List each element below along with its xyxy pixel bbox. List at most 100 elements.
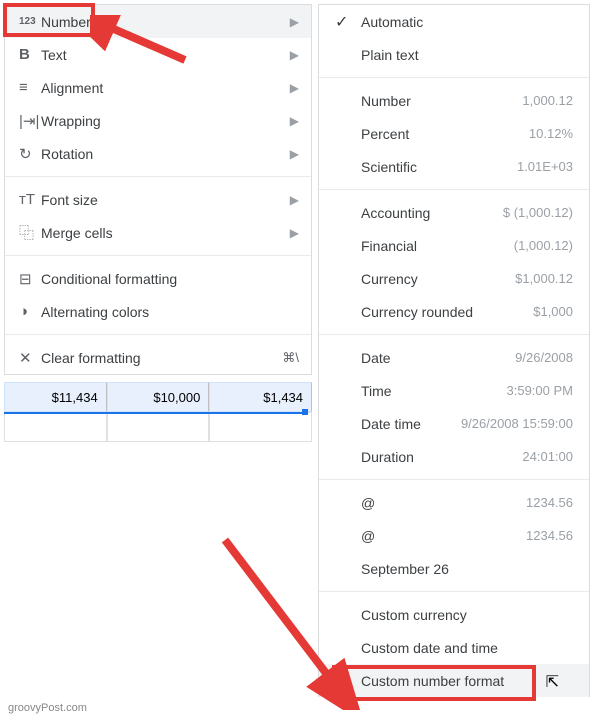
- sheet-cell[interactable]: $10,000: [107, 382, 210, 412]
- menu-item-label: Font size: [41, 192, 290, 208]
- keyboard-shortcut: ⌘\: [282, 350, 299, 366]
- menu-item-label: Wrapping: [41, 113, 290, 129]
- submenu-item-label: Time: [361, 383, 507, 399]
- submenu-item-duration[interactable]: Duration24:01:00: [319, 440, 589, 473]
- submenu-arrow-icon: ▶: [290, 15, 299, 29]
- submenu-item-label: Plain text: [361, 47, 573, 63]
- submenu-arrow-icon: ▶: [290, 147, 299, 161]
- submenu-item-value: 9/26/2008: [515, 350, 573, 365]
- menu-item-alignment[interactable]: ≡Alignment▶: [5, 71, 311, 104]
- menu-item-label: Rotation: [41, 146, 290, 162]
- submenu-item-time[interactable]: Time3:59:00 PM: [319, 374, 589, 407]
- submenu-item-label: Date: [361, 350, 515, 366]
- number-submenu: ✓AutomaticPlain text Number1,000.12Perce…: [318, 4, 590, 697]
- selection-border: [4, 412, 306, 414]
- submenu-item-label: @: [361, 528, 526, 544]
- submenu-item-value: 3:59:00 PM: [507, 383, 574, 398]
- submenu-item-label: Date time: [361, 416, 461, 432]
- submenu-item-currency-rounded[interactable]: Currency rounded$1,000: [319, 295, 589, 328]
- submenu-item-financial[interactable]: Financial(1,000.12): [319, 229, 589, 262]
- submenu-item-label: September 26: [361, 561, 573, 577]
- sheet-cell-empty[interactable]: [107, 412, 210, 442]
- submenu-item-custom-currency[interactable]: Custom currency: [319, 598, 589, 631]
- menu-divider: [319, 77, 589, 78]
- rotation-icon: ↻: [19, 145, 41, 163]
- wrapping-icon: |⇥|: [19, 112, 41, 130]
- submenu-item-label: Duration: [361, 449, 522, 465]
- menu-divider: [319, 479, 589, 480]
- submenu-item-value: 1.01E+03: [517, 159, 573, 174]
- submenu-item-automatic[interactable]: ✓Automatic: [319, 5, 589, 38]
- menu-item-merge-cells[interactable]: ⿻Merge cells▶: [5, 216, 311, 249]
- text-icon: B: [19, 46, 41, 63]
- highlight-box-number: [3, 3, 95, 37]
- submenu-item-date[interactable]: Date9/26/2008: [319, 341, 589, 374]
- menu-item-label: Alignment: [41, 80, 290, 96]
- alternating-colors-icon: ◑: [19, 303, 41, 320]
- submenu-item-label: Currency rounded: [361, 304, 533, 320]
- font-size-icon: ᴛT: [19, 191, 41, 208]
- submenu-item-accounting[interactable]: Accounting$ (1,000.12): [319, 196, 589, 229]
- submenu-arrow-icon: ▶: [290, 114, 299, 128]
- submenu-item-percent[interactable]: Percent10.12%: [319, 117, 589, 150]
- submenu-item-value: 1234.56: [526, 495, 573, 510]
- submenu-item-label: Currency: [361, 271, 515, 287]
- sheet-cell-empty[interactable]: [209, 412, 312, 442]
- submenu-item-label: Percent: [361, 126, 529, 142]
- submenu-item-plain-text[interactable]: Plain text: [319, 38, 589, 71]
- submenu-item-label: Number: [361, 93, 522, 109]
- submenu-item-label: Custom currency: [361, 607, 573, 623]
- submenu-item-label: Automatic: [361, 14, 573, 30]
- submenu-item-label: @: [361, 495, 526, 511]
- format-menu: 123Number▶BText▶≡Alignment▶|⇥|Wrapping▶↻…: [4, 4, 312, 375]
- menu-item-label: Clear formatting: [41, 350, 282, 366]
- submenu-item-value: $ (1,000.12): [503, 205, 573, 220]
- menu-item-rotation[interactable]: ↻Rotation▶: [5, 137, 311, 170]
- merge-cells-icon: ⿻: [19, 222, 41, 243]
- submenu-item-value: 1,000.12: [522, 93, 573, 108]
- menu-item-label: Text: [41, 47, 290, 63]
- sheet-cell-empty[interactable]: [4, 412, 107, 442]
- sheet-cell[interactable]: $11,434: [4, 382, 107, 412]
- menu-divider: [5, 176, 311, 177]
- submenu-item-number[interactable]: Number1,000.12: [319, 84, 589, 117]
- submenu-item-value: $1,000.12: [515, 271, 573, 286]
- submenu-item-value: 10.12%: [529, 126, 573, 141]
- menu-divider: [5, 334, 311, 335]
- menu-item-wrapping[interactable]: |⇥|Wrapping▶: [5, 104, 311, 137]
- menu-item-clear-formatting[interactable]: ✕Clear formatting⌘\: [5, 341, 311, 374]
- menu-divider: [319, 591, 589, 592]
- submenu-item-september-26[interactable]: September 26: [319, 552, 589, 585]
- menu-item-text[interactable]: BText▶: [5, 38, 311, 71]
- submenu-item-currency[interactable]: Currency$1,000.12: [319, 262, 589, 295]
- submenu-item-value: 1234.56: [526, 528, 573, 543]
- submenu-item-label: Scientific: [361, 159, 517, 175]
- watermark: groovyPost.com: [8, 702, 87, 714]
- check-icon: ✓: [335, 12, 361, 32]
- submenu-arrow-icon: ▶: [290, 226, 299, 240]
- menu-item-font-size[interactable]: ᴛTFont size▶: [5, 183, 311, 216]
- menu-item-alternating-colors[interactable]: ◑Alternating colors: [5, 295, 311, 328]
- submenu-item--[interactable]: @1234.56: [319, 519, 589, 552]
- submenu-arrow-icon: ▶: [290, 81, 299, 95]
- submenu-item-value: $1,000: [533, 304, 573, 319]
- menu-divider: [5, 255, 311, 256]
- menu-item-label: Alternating colors: [41, 304, 299, 320]
- sheet-cell[interactable]: $1,434: [209, 382, 312, 412]
- submenu-item-date-time[interactable]: Date time9/26/2008 15:59:00: [319, 407, 589, 440]
- submenu-item-label: Financial: [361, 238, 514, 254]
- submenu-item-label: Accounting: [361, 205, 503, 221]
- menu-divider: [319, 189, 589, 190]
- submenu-item-custom-date-and-time[interactable]: Custom date and time: [319, 631, 589, 664]
- menu-item-label: Merge cells: [41, 225, 290, 241]
- submenu-arrow-icon: ▶: [290, 48, 299, 62]
- alignment-icon: ≡: [19, 79, 41, 96]
- submenu-item--[interactable]: @1234.56: [319, 486, 589, 519]
- conditional-formatting-icon: ⊟: [19, 270, 41, 288]
- submenu-item-scientific[interactable]: Scientific1.01E+03: [319, 150, 589, 183]
- highlight-box-custom-number-format: [332, 665, 536, 701]
- selection-handle[interactable]: [302, 409, 308, 415]
- submenu-item-value: 24:01:00: [522, 449, 573, 464]
- menu-item-conditional-formatting[interactable]: ⊟Conditional formatting: [5, 262, 311, 295]
- cursor-icon: ⇱: [546, 672, 559, 692]
